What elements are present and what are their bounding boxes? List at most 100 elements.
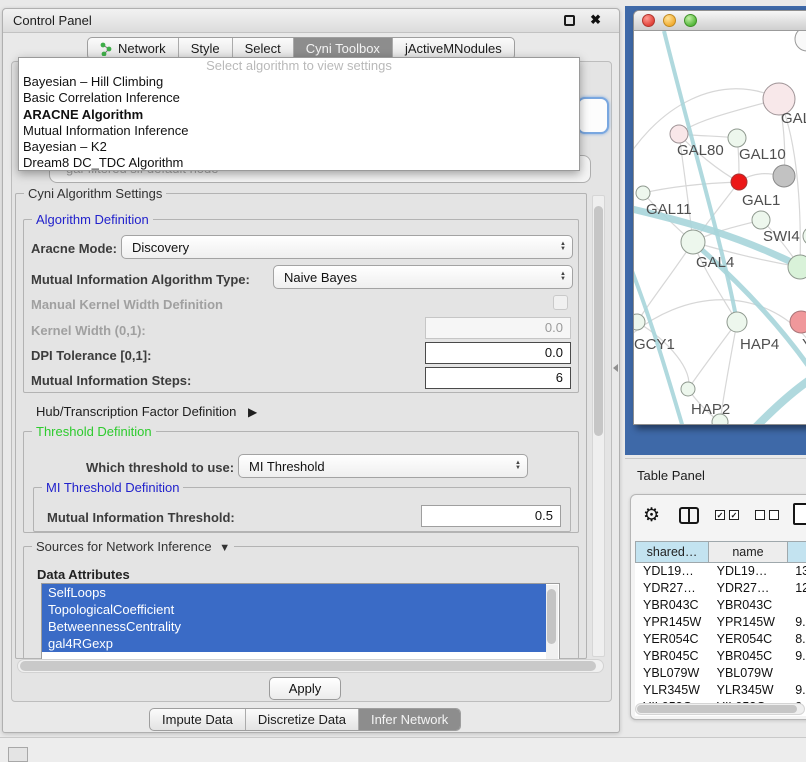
algorithm-option[interactable]: Basic Correlation Inference — [19, 90, 579, 106]
network-edge[interactable] — [643, 182, 739, 193]
table-row[interactable]: YLR345WYLR345W9. — [635, 682, 806, 699]
algorithm-option[interactable]: Bayesian – Hill Climbing — [19, 74, 579, 90]
select-all-icon[interactable]: ✓ — [715, 510, 725, 520]
table-cell[interactable]: YDR27… — [709, 580, 788, 597]
table-horizontal-scrollbar[interactable] — [635, 703, 805, 715]
network-node-hap2[interactable] — [681, 382, 695, 396]
algorithm-option[interactable]: Bayesian – K2 — [19, 139, 579, 155]
table-cell[interactable] — [787, 665, 806, 682]
table-cell[interactable]: 9. — [787, 682, 806, 699]
tab-impute-data[interactable]: Impute Data — [150, 709, 246, 730]
tab-infer-network[interactable]: Infer Network — [359, 709, 460, 730]
network-node-gal80[interactable] — [670, 125, 688, 143]
tab-network[interactable]: Network — [88, 38, 179, 59]
network-node-gal10[interactable] — [728, 129, 746, 147]
network-node-gal1[interactable] — [752, 211, 770, 229]
sources-group-title[interactable]: Sources for Network Inference ▼ — [32, 539, 234, 554]
zoom-traffic-light[interactable] — [684, 14, 697, 27]
table-row[interactable]: YBR045CYBR045C9. — [635, 648, 806, 665]
network-canvas[interactable]: GALGAL80GAL10GAL11GAL1SWI4GAL4GCY1HAP4YH… — [634, 31, 806, 425]
table-cell[interactable]: YER054C — [635, 631, 709, 648]
table-cell[interactable]: YDR27… — [635, 580, 709, 597]
close-traffic-light[interactable] — [642, 14, 655, 27]
table-cell[interactable]: YDL19… — [635, 563, 709, 580]
network-node[interactable] — [773, 165, 795, 187]
table-cell[interactable]: YBR045C — [709, 648, 788, 665]
network-node[interactable] — [731, 174, 747, 190]
network-edge[interactable] — [634, 300, 806, 341]
network-node[interactable] — [795, 31, 806, 51]
table-row[interactable]: YBL079WYBL079W — [635, 665, 806, 682]
split-panel-icon[interactable] — [679, 507, 699, 524]
table-cell[interactable]: 9. — [787, 614, 806, 631]
table-row[interactable]: YBR043CYBR043C — [635, 597, 806, 614]
deselect-all-icon[interactable] — [755, 510, 765, 520]
table-cell[interactable]: YBR043C — [709, 597, 788, 614]
float-window-icon[interactable] — [564, 15, 575, 26]
column-header-shared…[interactable]: shared… — [635, 541, 709, 563]
close-icon[interactable]: ✖ — [590, 12, 601, 28]
table-cell[interactable]: YLR345W — [635, 682, 709, 699]
settings-gear-icon[interactable]: ⚙ — [643, 504, 660, 527]
apply-button[interactable]: Apply — [269, 677, 341, 700]
aracne-mode-combo[interactable]: Discovery ▲▼ — [121, 235, 573, 259]
table-row[interactable]: YPR145WYPR145W9. — [635, 614, 806, 631]
data-attribute-item[interactable]: BetweennessCentrality — [42, 618, 546, 635]
table-cell[interactable]: 13 — [787, 563, 806, 580]
table-row[interactable]: YDL19…YDL19…13 — [635, 563, 806, 580]
settings-vertical-scrollbar[interactable] — [592, 195, 605, 657]
algorithm-option[interactable]: ARACNE Algorithm — [19, 107, 579, 123]
table-cell[interactable]: 8. — [787, 631, 806, 648]
table-cell[interactable]: YDL19… — [709, 563, 788, 580]
mi-threshold-field[interactable]: 0.5 — [421, 505, 561, 527]
network-node-y[interactable] — [790, 311, 806, 333]
column-header-partial[interactable] — [788, 541, 806, 563]
algorithm-option[interactable]: Dream8 DC_TDC Algorithm — [19, 155, 579, 171]
hub-definition-expander[interactable]: Hub/Transcription Factor Definition ▶ — [36, 404, 257, 419]
new-table-icon[interactable] — [793, 503, 806, 525]
network-edge-highlighted[interactable] — [664, 31, 737, 322]
table-cell[interactable]: YBR045C — [635, 648, 709, 665]
deselect-all-icon[interactable] — [769, 510, 779, 520]
network-edge-highlighted[interactable] — [752, 371, 806, 425]
mi-steps-field[interactable]: 6 — [425, 367, 571, 389]
dpi-tolerance-field[interactable]: 0.0 — [425, 342, 571, 364]
data-attribute-item[interactable]: SelfLoops — [42, 584, 546, 601]
table-cell[interactable] — [787, 597, 806, 614]
table-row[interactable]: YDR27…YDR27…12 — [635, 580, 806, 597]
table-cell[interactable]: 12 — [787, 580, 806, 597]
settings-horizontal-scrollbar[interactable] — [17, 659, 604, 673]
tab-style[interactable]: Style — [179, 38, 233, 59]
data-attribute-item[interactable]: gal4RGexp — [42, 635, 546, 652]
table-cell[interactable]: YBL079W — [635, 665, 709, 682]
tab-cyni-toolbox[interactable]: Cyni Toolbox — [294, 38, 393, 59]
tab-select[interactable]: Select — [233, 38, 294, 59]
kernel-width-field[interactable]: 0.0 — [425, 317, 571, 339]
network-node-gcy1[interactable] — [634, 314, 645, 330]
network-node-gal11[interactable] — [636, 186, 650, 200]
network-node-gal4[interactable] — [681, 230, 705, 254]
manual-kernel-checkbox[interactable] — [553, 295, 568, 310]
table-row[interactable]: YER054CYER054C8. — [635, 631, 806, 648]
minimize-traffic-light[interactable] — [663, 14, 676, 27]
table-cell[interactable]: 9. — [787, 648, 806, 665]
network-node-hap4[interactable] — [727, 312, 747, 332]
table-cell[interactable]: YBR043C — [635, 597, 709, 614]
network-edge[interactable] — [688, 322, 737, 389]
column-header-name[interactable]: name — [709, 541, 788, 563]
inference-algorithm-combo-partial[interactable] — [577, 97, 609, 134]
table-cell[interactable]: YLR345W — [709, 682, 788, 699]
tab-jactivemnodules[interactable]: jActiveMNodules — [393, 38, 514, 59]
table-cell[interactable]: YER054C — [709, 631, 788, 648]
list-scrollbar[interactable] — [546, 585, 558, 659]
select-all-icon[interactable]: ✓ — [729, 510, 739, 520]
tab-discretize-data[interactable]: Discretize Data — [246, 709, 359, 730]
data-attribute-item[interactable]: TopologicalCoefficient — [42, 601, 546, 618]
network-node[interactable] — [712, 414, 728, 425]
table-cell[interactable]: YPR145W — [635, 614, 709, 631]
table-cell[interactable]: YBL079W — [709, 665, 788, 682]
network-edge[interactable] — [634, 89, 779, 181]
which-threshold-combo[interactable]: MI Threshold ▲▼ — [238, 454, 528, 478]
panel-grip[interactable] — [8, 747, 28, 762]
algorithm-option[interactable]: Mutual Information Inference — [19, 123, 579, 139]
